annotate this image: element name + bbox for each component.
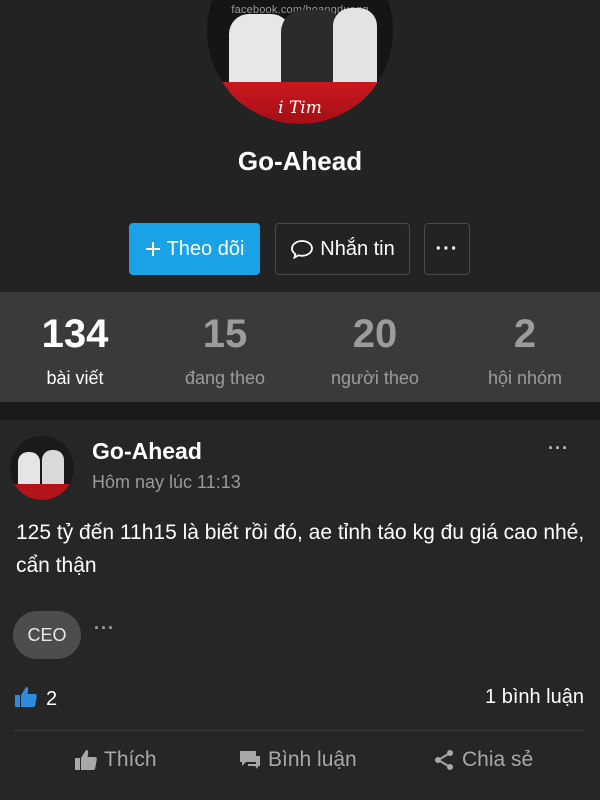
profile-avatar[interactable]: facebook.com/hoangduong i Tim	[207, 0, 393, 124]
profile-name: Go-Ahead	[237, 146, 363, 176]
stat-label: người theo	[331, 368, 419, 388]
profile-stats: 134 bài viết 15 đang theo 20 người theo …	[0, 292, 600, 402]
plus-icon	[145, 241, 161, 257]
thumbs-up-icon	[14, 686, 38, 713]
stat-label: bài viết	[46, 368, 104, 388]
stat-value: 20	[352, 312, 398, 356]
stat-value: 15	[202, 312, 248, 356]
message-label: Nhắn tin	[320, 237, 395, 260]
like-label: Thích	[104, 748, 157, 771]
badge-more-button[interactable]: ···	[94, 618, 115, 639]
share-button[interactable]: Chia sẻ	[432, 748, 533, 772]
post-author-name[interactable]: Go-Ahead	[92, 438, 202, 465]
follow-button[interactable]: Theo dõi	[129, 223, 260, 275]
speech-bubble-icon	[290, 239, 314, 259]
thumbs-up-icon	[74, 749, 98, 771]
actions-divider	[14, 730, 584, 731]
stat-value: 2	[513, 312, 537, 356]
stat-value: 134	[41, 312, 109, 356]
ceo-badge[interactable]: CEO	[13, 611, 81, 659]
share-icon	[432, 748, 456, 772]
avatar-signature: i Tim	[278, 98, 322, 118]
comment-icon	[238, 749, 262, 771]
like-count: 2	[46, 688, 58, 710]
stat-groups[interactable]: 2 hội nhóm	[450, 292, 600, 402]
post-menu-button[interactable]: ···	[548, 438, 569, 459]
stat-label: hội nhóm	[487, 368, 563, 388]
profile-more-button[interactable]: ···	[424, 223, 470, 275]
follow-label: Theo dõi	[166, 237, 245, 260]
post-card: Go-Ahead Hôm nay lúc 11:13 ··· 125 tỷ đế…	[0, 420, 600, 800]
stat-followers[interactable]: 20 người theo	[300, 292, 450, 402]
stat-posts[interactable]: 134 bài viết	[0, 292, 150, 402]
comment-button[interactable]: Bình luận	[238, 748, 357, 772]
message-button[interactable]: Nhắn tin	[275, 223, 410, 275]
post-actions: Thích Bình luận Chia sẻ	[0, 740, 600, 790]
share-label: Chia sẻ	[462, 748, 534, 771]
section-divider	[0, 402, 600, 420]
post-author-avatar[interactable]	[10, 436, 74, 500]
comment-count[interactable]: 1 bình luận	[485, 686, 584, 709]
post-body: 125 tỷ đến 11h15 là biết rồi đó, ae tỉnh…	[16, 521, 585, 577]
like-summary[interactable]: 2	[14, 686, 57, 713]
profile-header: facebook.com/hoangduong i Tim Go-Ahead T…	[0, 0, 600, 292]
like-button[interactable]: Thích	[74, 748, 157, 772]
comment-label: Bình luận	[268, 748, 357, 771]
post-timestamp: Hôm nay lúc 11:13	[92, 472, 241, 492]
stat-following[interactable]: 15 đang theo	[150, 292, 300, 402]
stat-label: đang theo	[184, 368, 266, 388]
